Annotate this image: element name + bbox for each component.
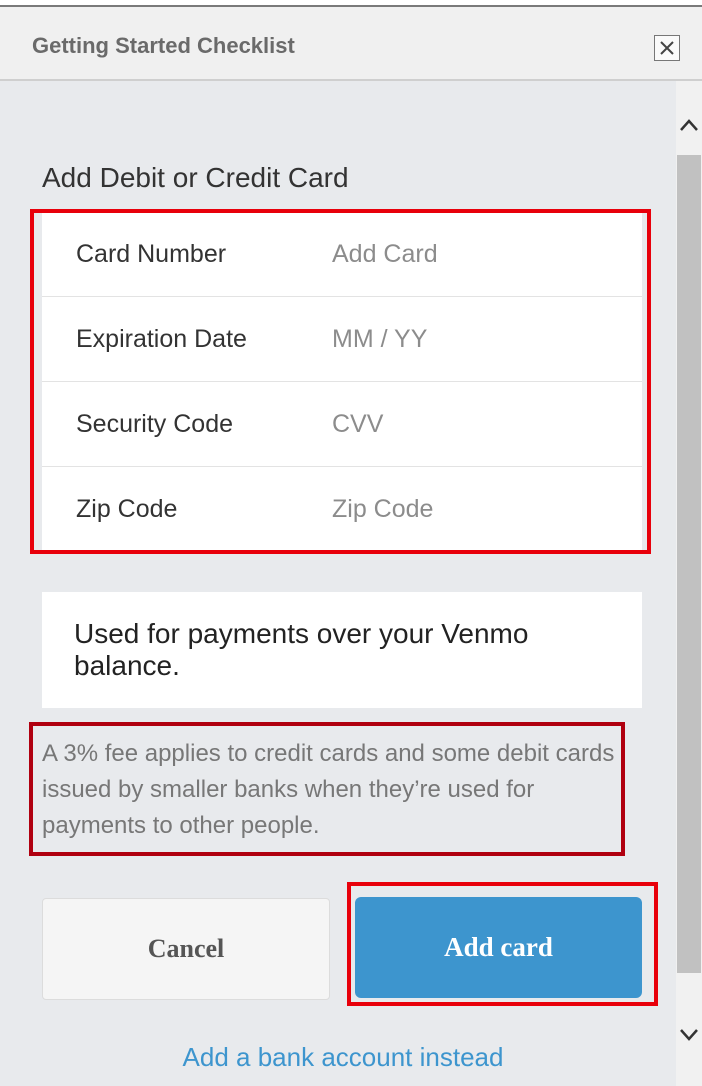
expiration-date-input[interactable] [332,319,622,359]
dialog-header: Getting Started Checklist [0,7,702,81]
security-code-label: Security Code [76,410,234,438]
chevron-down-icon [680,1029,698,1041]
section-title: Add Debit or Credit Card [42,162,349,193]
chevron-up-icon [680,119,698,131]
zip-code-label: Zip Code [76,495,178,523]
expiration-date-label: Expiration Date [76,325,247,353]
card-form: Card Number Expiration Date Security Cod… [42,212,642,552]
zip-code-input[interactable] [332,489,622,529]
expiration-date-row: Expiration Date [42,297,642,382]
close-icon [660,41,674,55]
fee-notice: A 3% fee applies to credit cards and som… [42,740,615,839]
security-code-input[interactable] [332,404,622,444]
card-number-input[interactable] [332,234,622,274]
add-bank-account-link[interactable]: Add a bank account instead [0,1042,686,1073]
dialog-title: Getting Started Checklist [32,33,295,58]
add-card-button[interactable]: Add card [355,897,642,998]
close-button[interactable] [654,35,680,61]
security-code-row: Security Code [42,382,642,467]
card-number-label: Card Number [76,240,227,268]
scroll-up-button[interactable] [676,112,702,138]
scrollbar-thumb[interactable] [677,155,701,973]
cancel-button[interactable]: Cancel [42,898,330,1000]
info-text: Used for payments over your Venmo balanc… [74,618,529,681]
info-box: Used for payments over your Venmo balanc… [42,592,642,708]
card-number-row: Card Number [42,212,642,297]
zip-code-row: Zip Code [42,467,642,552]
